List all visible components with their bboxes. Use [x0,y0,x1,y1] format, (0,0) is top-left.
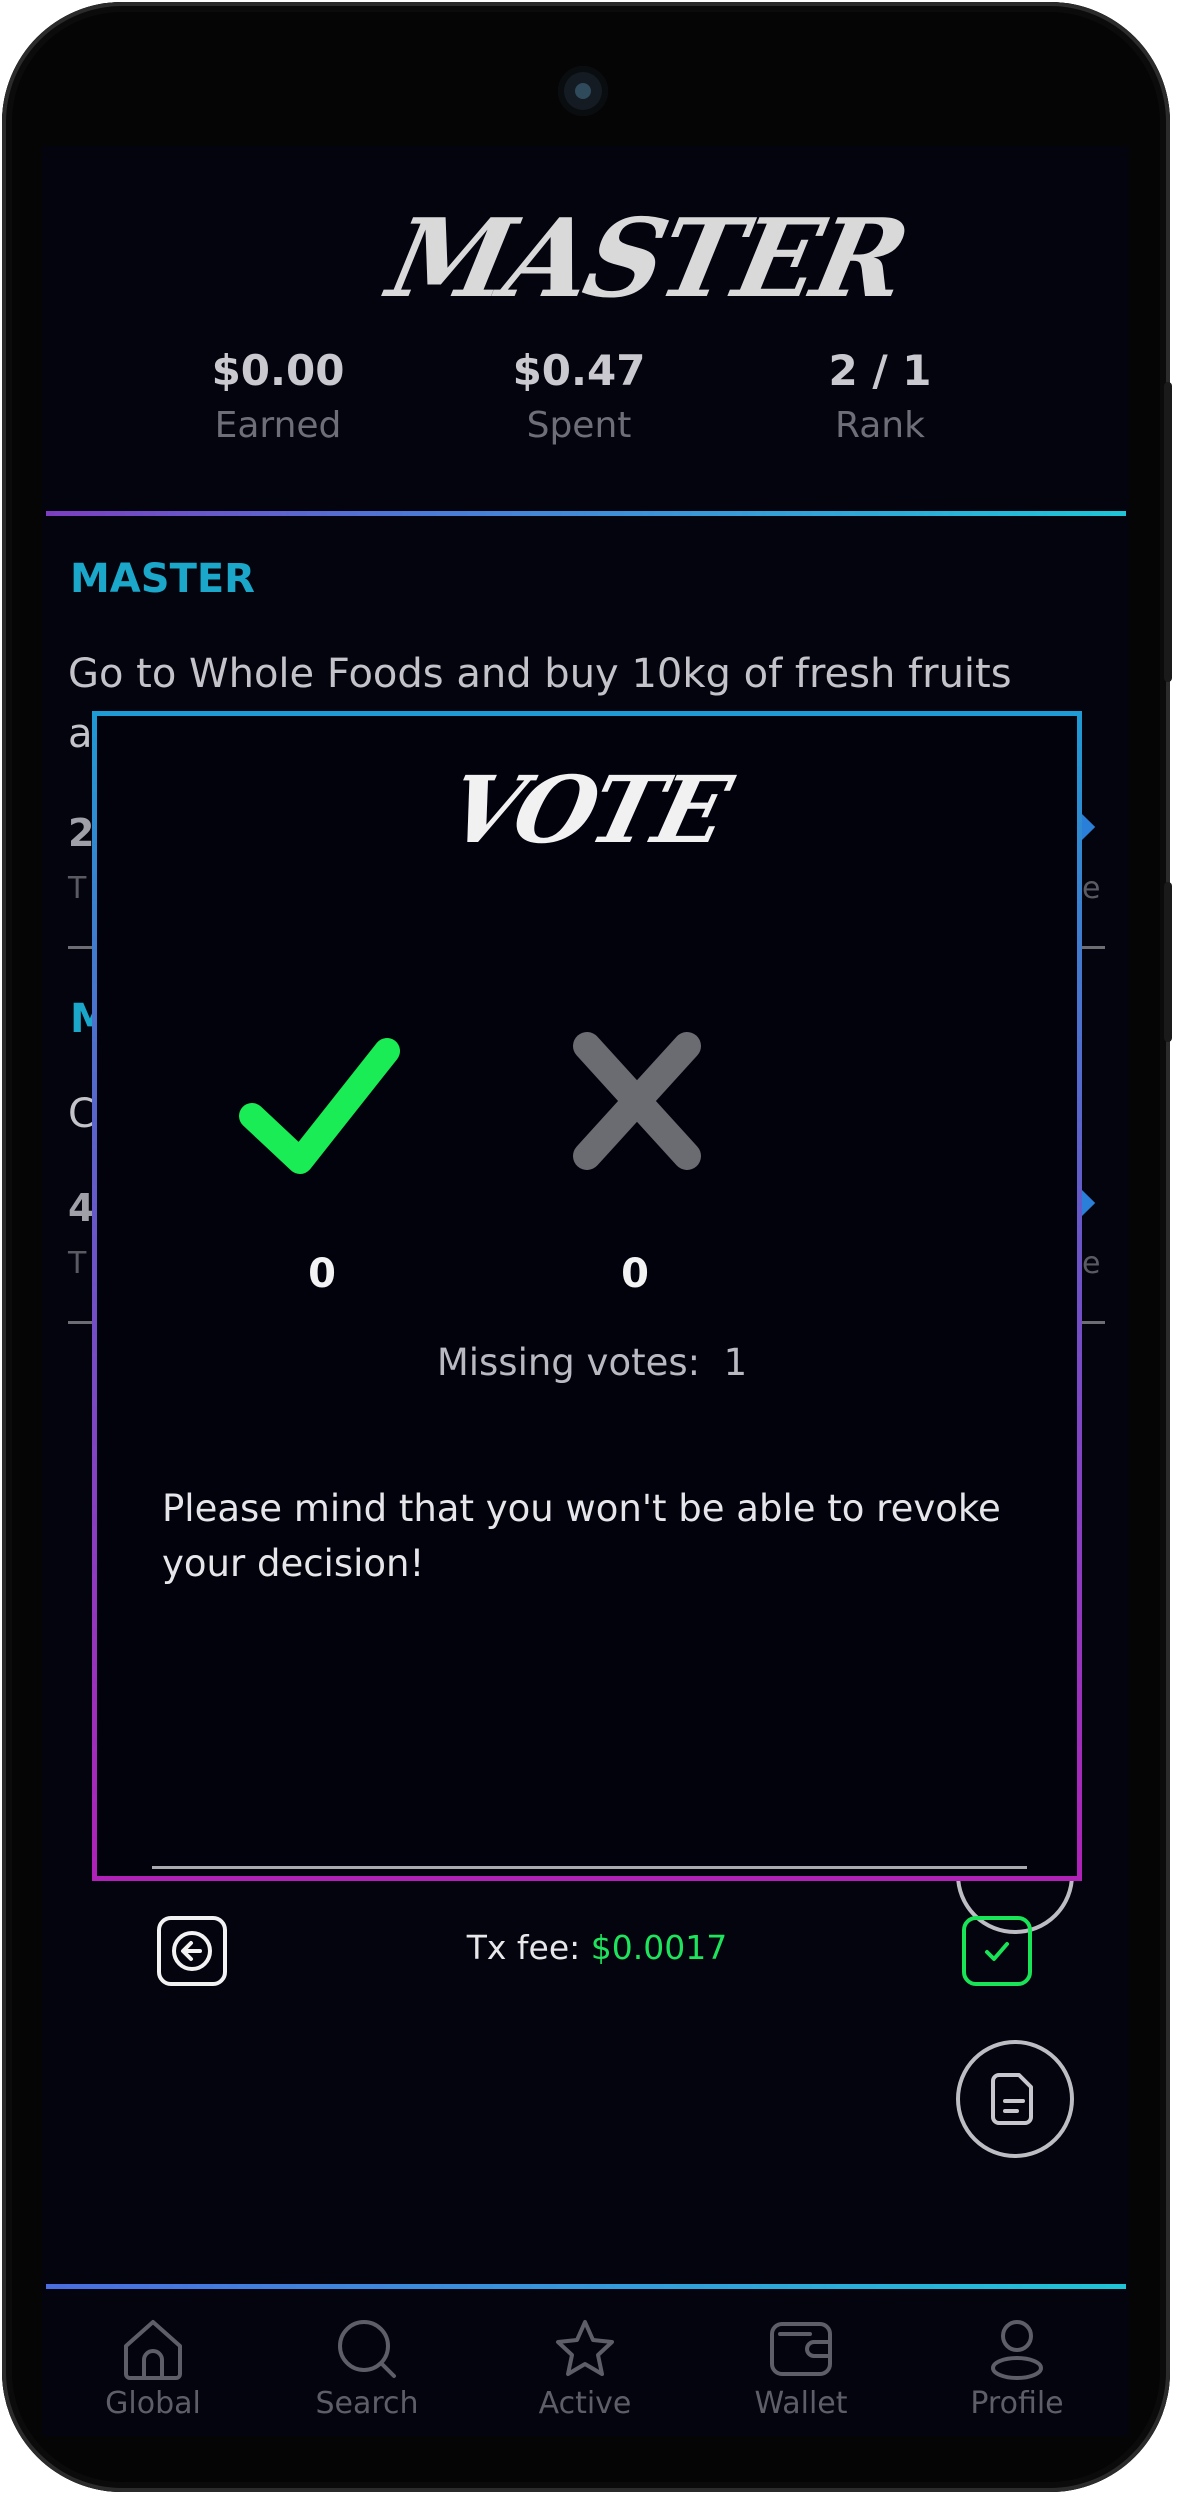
task-right-peek: e [1082,871,1101,906]
missing-votes: Missing votes: 1 [97,1341,1087,1384]
star-icon [556,2320,614,2376]
task-description-peek: a [68,711,93,757]
stat-value: $0.47 [512,346,646,395]
app-screen: MASTER $0.00 Earned $0.47 Spent 2 / 1 Ra… [42,146,1129,2436]
stat-label: Rank [835,405,925,446]
tx-fee: Tx fee: $0.0017 [397,1928,797,1967]
missing-votes-count: 1 [723,1341,748,1384]
modal-divider [152,1866,1027,1869]
task-title[interactable]: MASTER [70,556,255,602]
confirm-button[interactable] [962,1916,1032,1986]
play-icon [1082,1190,1096,1216]
nav-label: Active [538,2386,632,2421]
modal-title: VOTE [437,756,737,864]
volume-button [1164,382,1172,682]
profile-icon [991,2320,1043,2380]
missing-votes-label: Missing votes: [436,1341,701,1384]
nav-label: Wallet [754,2386,848,2421]
vote-no-button[interactable] [537,1006,737,1206]
vote-modal: VOTE 0 0 Missing votes: 1 Please mind th… [92,711,1082,1986]
document-fab-button[interactable] [956,2040,1074,2158]
nav-item-search[interactable]: Search [292,2316,442,2421]
search-icon [338,2320,396,2378]
phone-frame: MASTER $0.00 Earned $0.47 Spent 2 / 1 Ra… [2,2,1172,2492]
task-sub-peek: T [68,871,87,906]
stat-value: $0.00 [211,346,345,395]
header-divider [46,511,1126,516]
checkmark-icon [985,1942,1009,1961]
wallet-icon [770,2322,832,2376]
power-button [1164,882,1172,1042]
task-description[interactable]: Go to Whole Foods and buy 10kg of fresh … [68,651,1012,697]
task-right-peek: e [1082,1246,1101,1281]
yes-count: 0 [308,1251,336,1297]
stat-label: Earned [214,405,342,446]
front-camera [558,66,608,116]
nav-item-wallet[interactable]: Wallet [726,2316,876,2421]
task-value-peek: 4 [68,1186,95,1230]
home-icon [124,2320,182,2380]
stat-label: Spent [526,405,632,446]
nav-item-active[interactable]: Active [510,2316,660,2421]
nav-divider [46,2284,1126,2289]
x-icon [573,1032,701,1170]
tx-fee-label: Tx fee: [466,1928,581,1967]
task-sub-peek: T [68,1246,87,1281]
play-icon [1082,814,1096,840]
nav-label: Global [105,2386,201,2421]
stat-value: 2 / 1 [828,346,932,395]
task-value-peek: 2 [68,811,95,855]
back-button[interactable] [157,1916,227,1986]
nav-item-global[interactable]: Global [78,2316,228,2421]
nav-item-profile[interactable]: Profile [942,2316,1092,2421]
document-icon [991,2073,1033,2125]
nav-label: Search [315,2386,419,2421]
stat-earned: $0.00 Earned [128,346,428,446]
warning-text: Please mind that you won't be able to re… [162,1487,1001,1585]
vote-yes-button[interactable] [222,1006,422,1206]
check-icon [239,1038,400,1174]
app-logo: MASTER [378,196,916,322]
stat-rank: 2 / 1 Rank [730,346,1030,446]
nav-label: Profile [970,2386,1064,2421]
arrow-left-icon [172,1931,212,1971]
tx-fee-amount: $0.0017 [590,1928,728,1967]
no-count: 0 [621,1251,649,1297]
stat-spent: $0.47 Spent [429,346,729,446]
